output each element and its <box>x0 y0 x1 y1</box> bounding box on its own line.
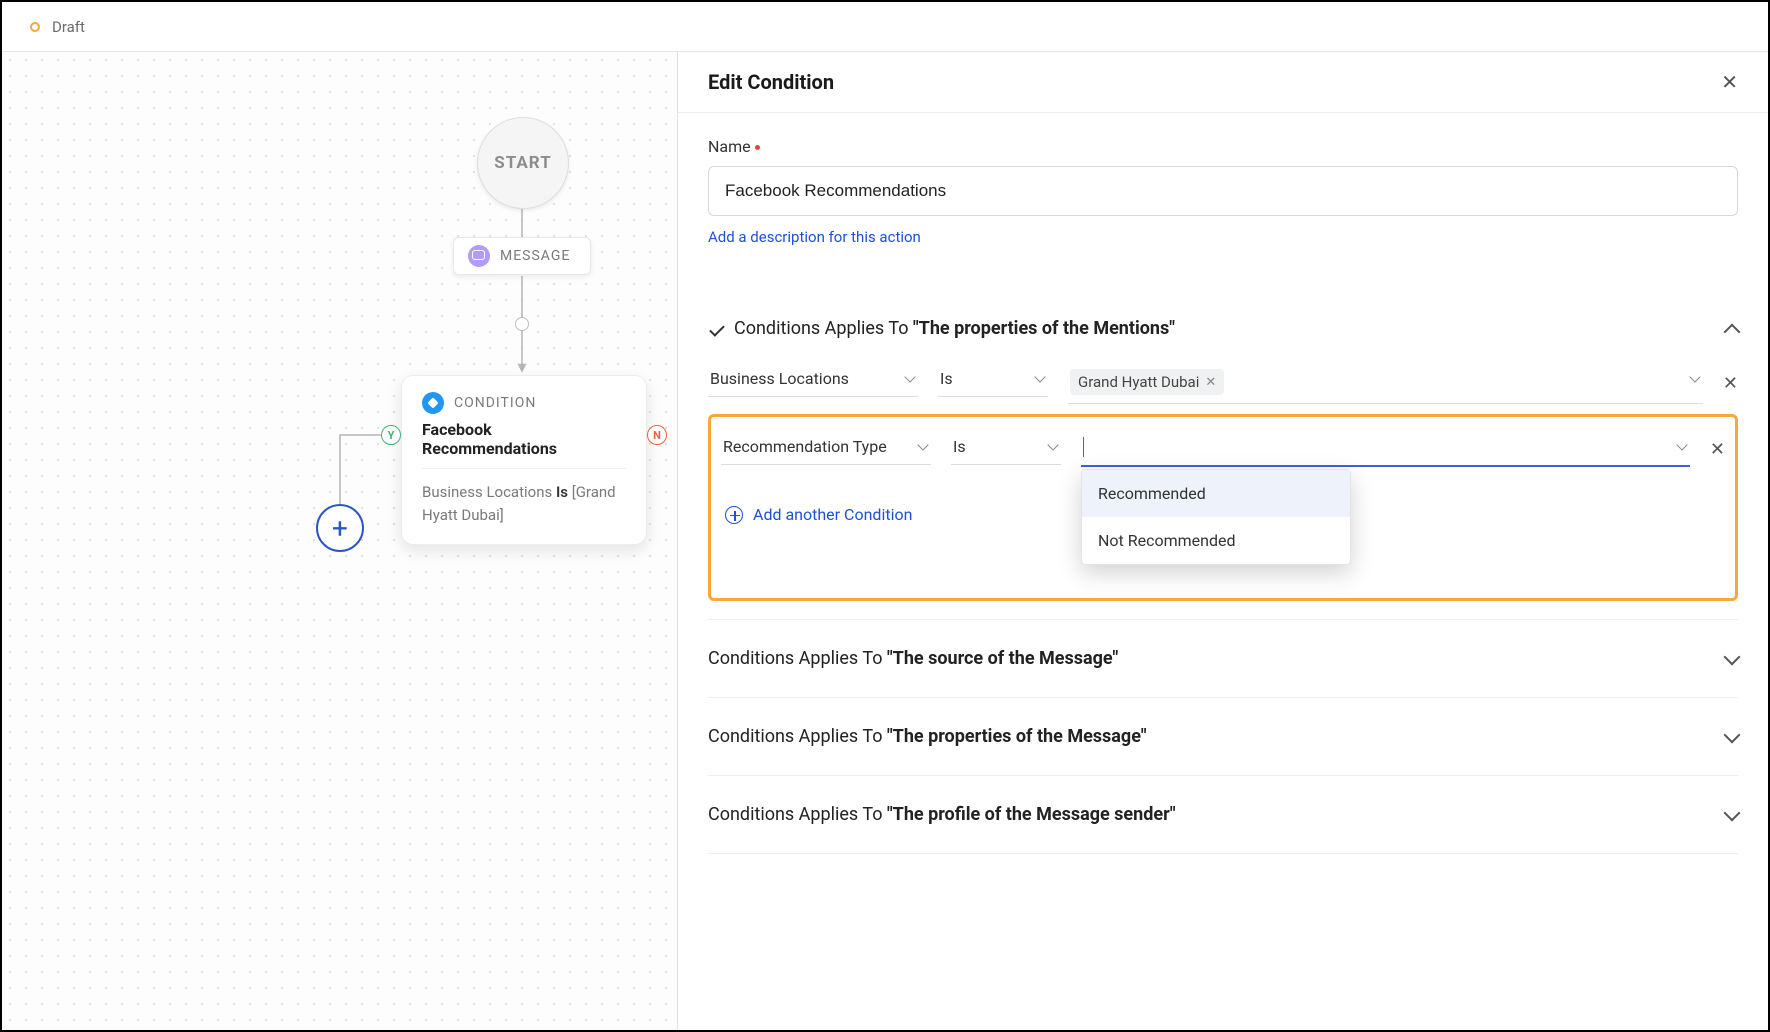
yes-branch-badge[interactable]: Y <box>381 425 401 445</box>
required-dot <box>755 145 760 150</box>
condition-summary: Business Locations Is [Grand Hyatt Dubai… <box>422 481 626 526</box>
section-quoted: "The properties of the Mentions" <box>913 318 1175 339</box>
section-quoted: "The properties of the Message" <box>887 726 1147 747</box>
operator-select[interactable]: Is <box>951 431 1061 465</box>
message-node[interactable]: MESSAGE <box>453 237 591 275</box>
message-label: MESSAGE <box>500 248 570 264</box>
operator-select[interactable]: Is <box>938 363 1048 397</box>
condition-row: Business Locations Is Grand Hyatt Dubai <box>708 355 1738 420</box>
section-prefix: Conditions Applies To <box>708 726 882 747</box>
name-field-label: Name <box>708 137 1738 156</box>
draft-status-dot <box>30 22 40 32</box>
section-message-props: Conditions Applies To "The properties of… <box>708 697 1738 775</box>
plus-circle-icon <box>725 506 743 524</box>
check-icon <box>709 321 725 337</box>
value-chip: Grand Hyatt Dubai ✕ <box>1070 369 1224 395</box>
section-sender-profile-header[interactable]: Conditions Applies To "The profile of th… <box>708 776 1738 853</box>
no-branch-badge[interactable]: N <box>647 425 667 445</box>
condition-type-label: CONDITION <box>454 395 536 411</box>
section-quoted: "The profile of the Message sender" <box>887 804 1176 825</box>
edit-condition-panel: Edit Condition ✕ Name Add a description … <box>678 52 1768 1030</box>
chevron-down-icon <box>1724 726 1741 743</box>
section-quoted: "The source of the Message" <box>887 648 1118 669</box>
section-prefix: Conditions Applies To <box>708 648 882 669</box>
chevron-down-icon <box>1724 804 1741 821</box>
message-icon <box>468 245 490 267</box>
junction-dot <box>515 317 529 331</box>
panel-title: Edit Condition <box>708 70 834 94</box>
section-sender-profile: Conditions Applies To "The profile of th… <box>708 775 1738 854</box>
value-select[interactable]: Grand Hyatt Dubai ✕ <box>1068 363 1703 404</box>
field-select[interactable]: Business Locations <box>708 363 918 397</box>
highlight-box: Recommendation Type Is <box>708 414 1738 601</box>
section-mentions: Conditions Applies To "The properties of… <box>708 302 1738 619</box>
text-cursor <box>1083 437 1084 457</box>
draft-status-label: Draft <box>52 18 85 36</box>
section-message-props-header[interactable]: Conditions Applies To "The properties of… <box>708 698 1738 775</box>
divider <box>422 468 626 469</box>
remove-row-icon[interactable]: ✕ <box>1710 439 1725 460</box>
value-dropdown: Recommended Not Recommended <box>1081 469 1351 565</box>
section-prefix: Conditions Applies To <box>734 318 908 339</box>
start-node[interactable]: START <box>477 117 569 209</box>
value-select[interactable]: Recommended Not Recommended <box>1081 431 1690 467</box>
dropdown-option[interactable]: Recommended <box>1082 470 1350 517</box>
add-description-link[interactable]: Add a description for this action <box>708 228 921 246</box>
dropdown-option[interactable]: Not Recommended <box>1082 517 1350 564</box>
name-input[interactable] <box>708 166 1738 216</box>
condition-card[interactable]: CONDITION Facebook Recommendations Busin… <box>401 375 647 545</box>
section-prefix: Conditions Applies To <box>708 804 882 825</box>
section-source-header[interactable]: Conditions Applies To "The source of the… <box>708 620 1738 697</box>
chevron-up-icon <box>1724 323 1741 340</box>
section-source: Conditions Applies To "The source of the… <box>708 619 1738 697</box>
condition-name: Facebook Recommendations <box>422 420 626 458</box>
workflow-canvas[interactable]: START MESSAGE CONDITION Facebook Recomme… <box>2 52 678 1030</box>
condition-row: Recommendation Type Is <box>721 423 1725 483</box>
remove-row-icon[interactable]: ✕ <box>1723 373 1738 394</box>
condition-icon <box>422 392 444 414</box>
section-mentions-header[interactable]: Conditions Applies To "The properties of… <box>708 302 1738 355</box>
start-label: START <box>494 153 551 173</box>
top-bar: Draft <box>2 2 1768 52</box>
add-node-button[interactable]: + <box>316 504 364 552</box>
panel-header: Edit Condition ✕ <box>678 52 1768 113</box>
remove-chip-icon[interactable]: ✕ <box>1205 375 1216 390</box>
chevron-down-icon <box>1724 648 1741 665</box>
close-icon[interactable]: ✕ <box>1721 70 1738 94</box>
field-select[interactable]: Recommendation Type <box>721 431 931 465</box>
